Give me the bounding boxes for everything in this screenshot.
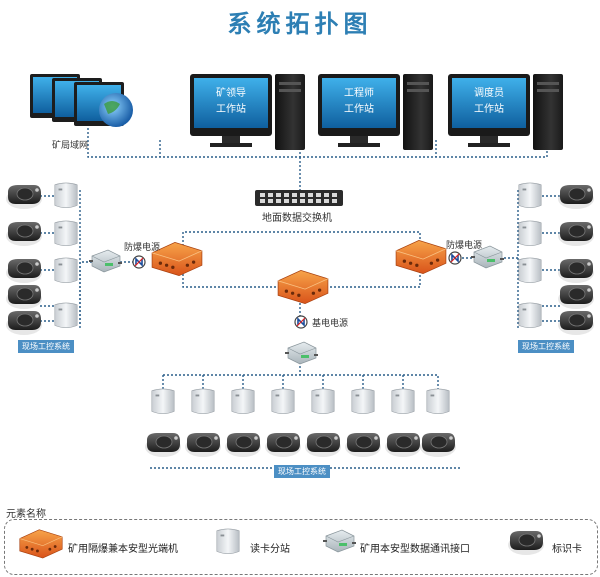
workstation-2-label: 工程师 工作站 (322, 86, 396, 118)
mine-lan-monitors (30, 74, 133, 127)
switch-label: 地面数据交换机 (262, 213, 332, 224)
workstation-3-label: 调度员 工作站 (452, 86, 526, 118)
mine-lan-label: 矿局域网 (52, 141, 89, 151)
bottom-reader-stations (151, 388, 450, 415)
globe-icon (99, 93, 133, 127)
workstation-3-line1: 调度员 (474, 88, 504, 99)
explosion-power-left-label: 防爆电源 (124, 243, 161, 253)
explosion-power-right-label: 防爆电源 (446, 241, 483, 251)
power-symbol-center (294, 315, 308, 329)
optical-terminal-center (277, 269, 329, 305)
workstation-1-line1: 矿领导 (216, 88, 246, 99)
power-symbol-right (448, 251, 462, 265)
legend-item-reader-station: 读卡分站 (250, 544, 290, 555)
power-symbol-left (132, 255, 146, 269)
workstation-2-line2: 工作站 (344, 104, 374, 115)
workstation-1-line2: 工作站 (216, 104, 246, 115)
legend-item-data-interface: 矿用本安型数据通讯接口 (360, 544, 470, 555)
optical-terminal-right (395, 239, 447, 275)
workstation-1-label: 矿领导 工作站 (194, 86, 268, 118)
ground-data-switch (255, 190, 343, 206)
data-interface-center (284, 341, 318, 365)
workstation-2-line1: 工程师 (344, 88, 374, 99)
field-system-bottom-tag: 现场工控系统 (274, 465, 330, 478)
legend-item-id-card: 标识卡 (552, 544, 582, 555)
base-power-label: 基电电源 (312, 319, 349, 329)
workstation-3-line2: 工作站 (474, 104, 504, 115)
right-card-cluster (518, 182, 595, 336)
legend-title: 元素名称 (6, 509, 46, 520)
field-system-right-tag: 现场工控系统 (518, 340, 574, 353)
legend-item-optical-terminal: 矿用隔爆兼本安型光端机 (68, 544, 178, 555)
left-card-cluster (5, 182, 78, 336)
data-interface-left (88, 249, 122, 273)
bottom-id-cards (144, 432, 457, 458)
field-system-left-tag: 现场工控系统 (18, 340, 74, 353)
